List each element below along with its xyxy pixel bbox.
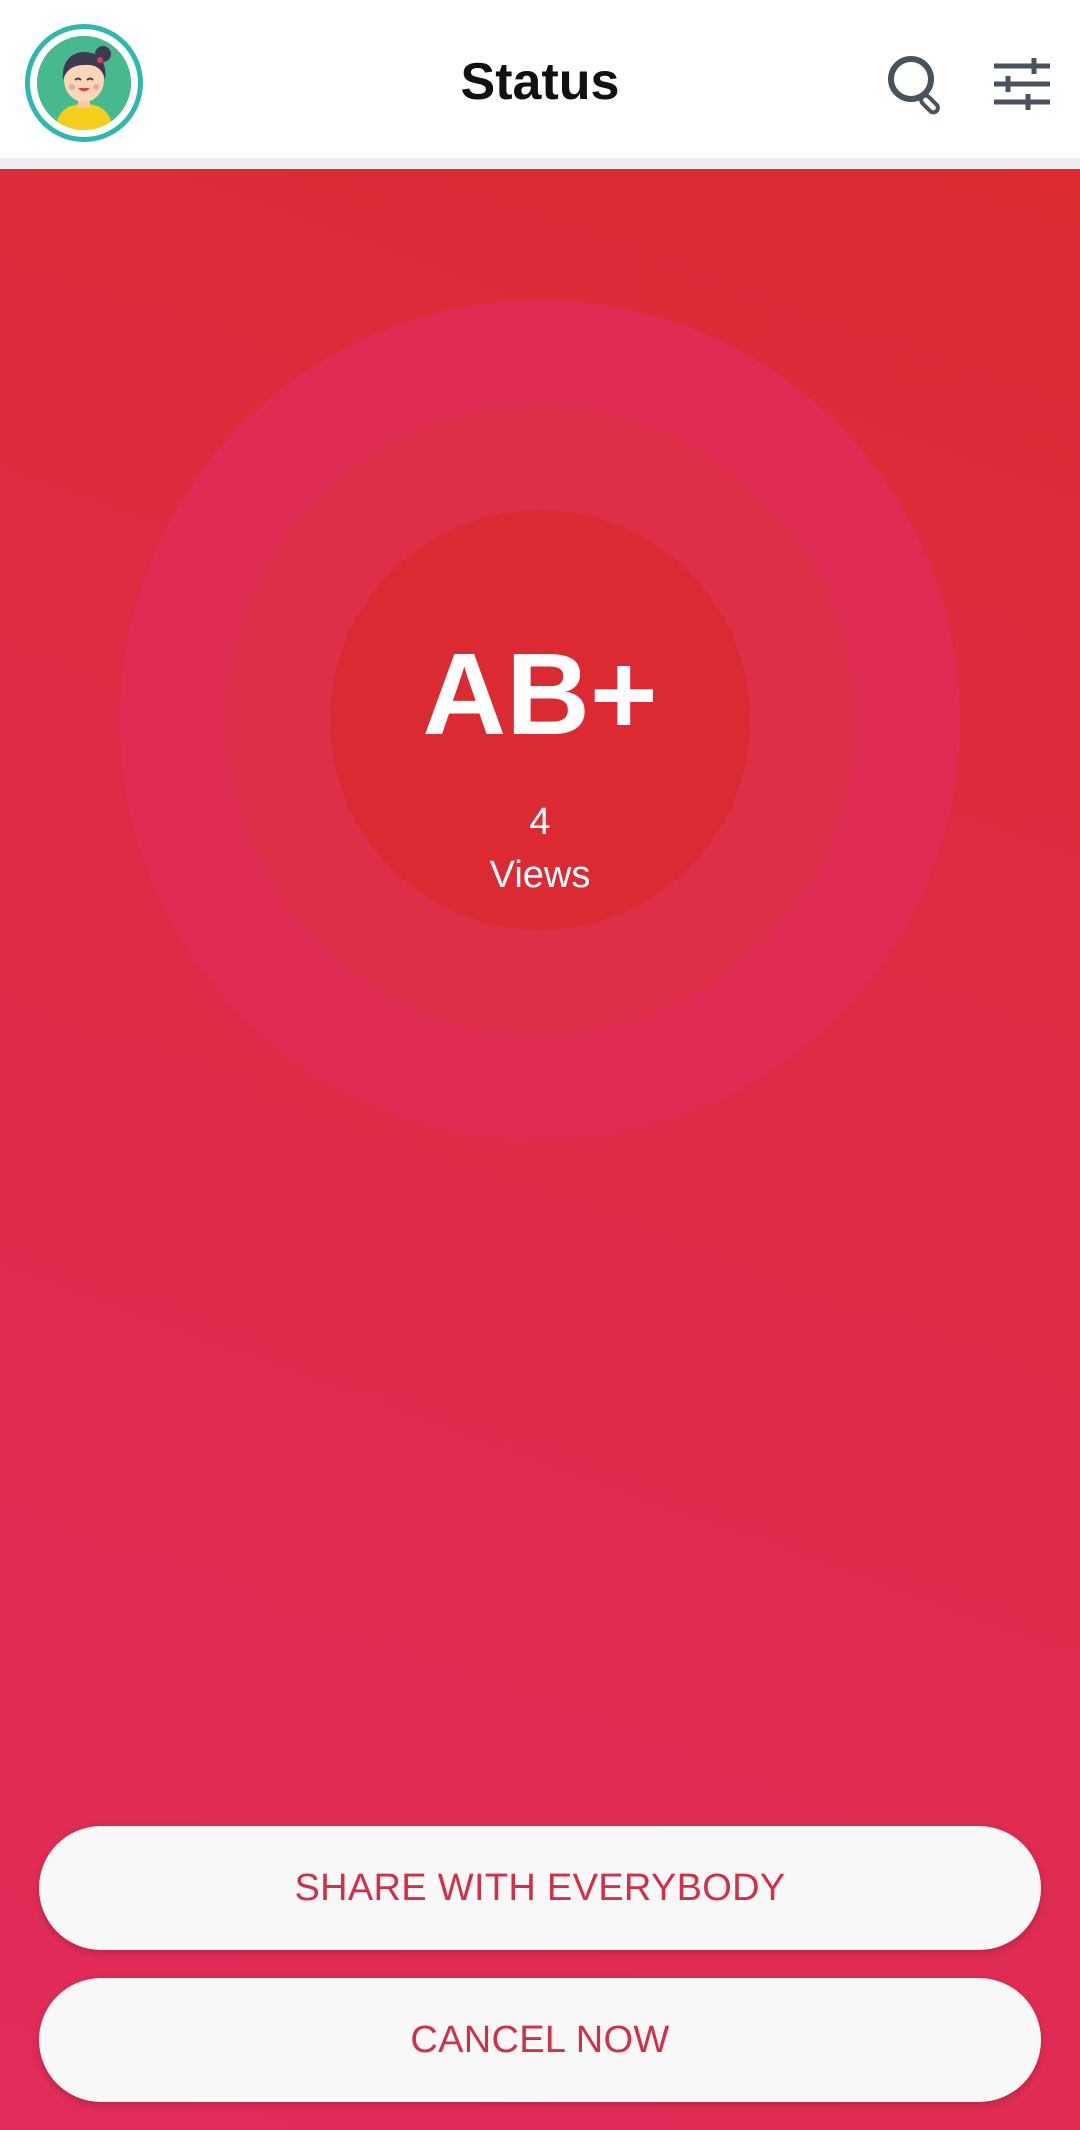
- filter-button[interactable]: [992, 56, 1052, 112]
- share-with-everybody-button[interactable]: SHARE WITH EVERYBODY: [39, 1826, 1041, 1950]
- status-screen: Status AB+ 4 Views SHARE WITH EVERYBODY …: [0, 0, 1080, 2130]
- status-hero: AB+ 4 Views SHARE WITH EVERYBODY CANCEL …: [0, 169, 1080, 2130]
- views-label: Views: [489, 854, 591, 896]
- app-header: Status: [0, 0, 1080, 158]
- search-icon: [888, 56, 940, 115]
- header-divider: [0, 158, 1080, 169]
- filter-sliders-icon: [994, 58, 1050, 110]
- blood-type-label: AB+: [422, 629, 658, 759]
- search-button[interactable]: [884, 52, 948, 116]
- views-count: 4: [529, 801, 551, 843]
- cancel-now-button[interactable]: CANCEL NOW: [39, 1978, 1041, 2102]
